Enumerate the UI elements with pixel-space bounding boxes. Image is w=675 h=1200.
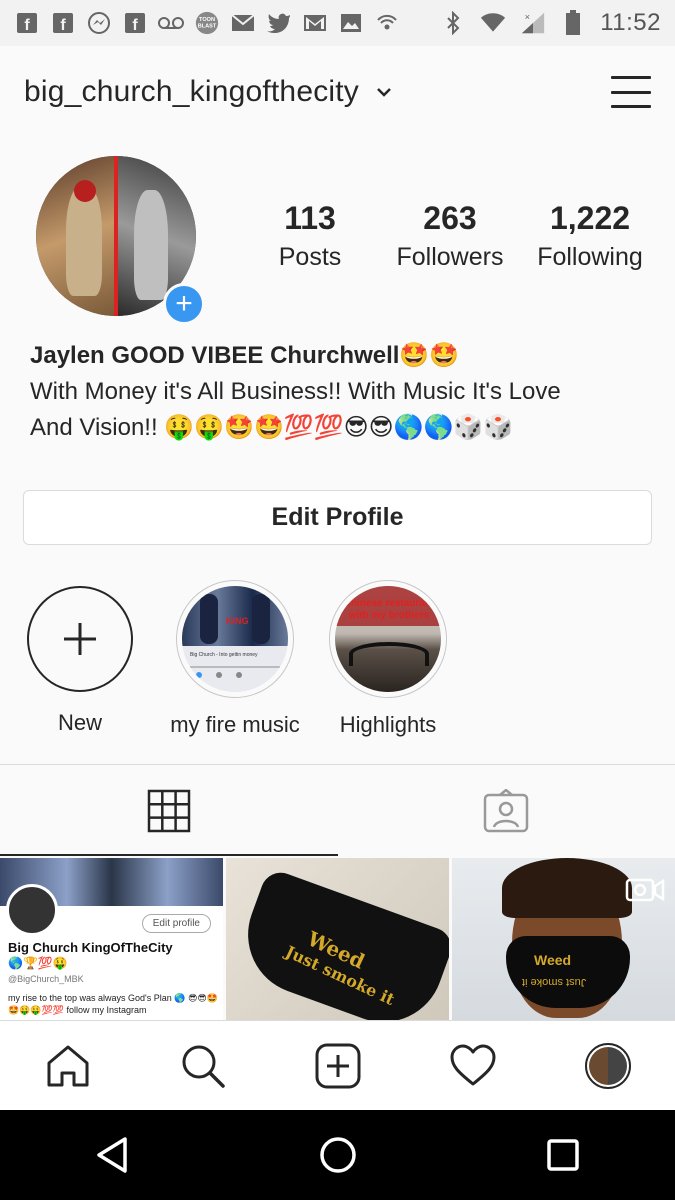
highlight-thumbnail: KING Big Church - Into gettin money: [182, 586, 288, 692]
highlight-overlay-text: KING: [226, 616, 249, 626]
add-post-icon: [315, 1043, 360, 1088]
highlight-caption: Big Church - Into gettin money: [190, 652, 258, 658]
nav-home[interactable]: [38, 1036, 98, 1096]
svg-text:f: f: [60, 17, 66, 34]
wifi-icon: [480, 10, 506, 36]
post-text-tagline: Just smoke it: [522, 976, 587, 988]
facebook-icon: f: [122, 10, 148, 36]
home-icon: [47, 1045, 88, 1086]
grid-post[interactable]: Weed Just smoke it: [226, 858, 449, 1020]
username-switcher[interactable]: big_church_kingofthecity: [24, 75, 359, 109]
battery-icon: [560, 10, 586, 36]
bluetooth-icon: [440, 10, 466, 36]
highlight-label: New: [57, 710, 102, 735]
email-icon: [230, 10, 256, 36]
profile-avatar[interactable]: +: [36, 156, 205, 325]
nav-activity[interactable]: [443, 1036, 503, 1096]
posts-label: Posts: [278, 243, 342, 271]
grid-icon: [147, 789, 190, 832]
post-edit-label: Edit profile: [141, 914, 211, 933]
highlight-ring: Chinese restaurant with my brothers: [329, 580, 447, 698]
signal-icon: ×: [520, 10, 546, 36]
hotspot-icon: [374, 10, 400, 36]
image-icon: [338, 10, 364, 36]
chevron-down-icon[interactable]: [375, 83, 393, 101]
bio-line-1: With Money it's All Business!! With Musi…: [30, 378, 561, 405]
add-story-icon[interactable]: +: [163, 283, 205, 325]
following-count[interactable]: 1,222 Following: [520, 200, 660, 272]
video-icon: [625, 878, 665, 902]
profile-avatar-icon: [584, 1042, 631, 1089]
notification-icons: f f f TOON BLAST: [14, 10, 400, 36]
posts-number: 113: [284, 200, 336, 236]
following-label: Following: [537, 243, 643, 271]
messenger-icon: [86, 10, 112, 36]
nav-profile[interactable]: [578, 1036, 638, 1096]
system-navigation-bar: [0, 1110, 675, 1200]
nav-new-post[interactable]: [308, 1036, 368, 1096]
twitter-icon: [266, 10, 292, 36]
tab-grid[interactable]: [0, 765, 338, 856]
facebook-icon: f: [50, 10, 76, 36]
grid-post[interactable]: Edit profile Big Church KingOfTheCity 🌎🏆…: [0, 858, 223, 1020]
heart-icon: [450, 1044, 495, 1085]
facebook-icon: f: [14, 10, 40, 36]
post-bio: my rise to the top was always God's Plan…: [8, 993, 218, 1015]
system-status: × 11:52: [440, 9, 661, 37]
menu-icon[interactable]: [611, 76, 651, 108]
gmail-icon: [302, 10, 328, 36]
posts-grid: Edit profile Big Church KingOfTheCity 🌎🏆…: [0, 858, 675, 1020]
profile-stats: 113 Posts 263 Followers 1,222 Following: [240, 200, 660, 272]
highlight-label: Highlights: [339, 712, 437, 737]
highlight-overlay-text: Chinese restaurant with my brothers: [343, 598, 435, 621]
voicemail-icon: [158, 10, 184, 36]
highlight-label: my fire music: [170, 712, 300, 737]
highlight-thumbnail: Chinese restaurant with my brothers: [335, 586, 441, 692]
svg-text:f: f: [132, 17, 138, 34]
post-text-weed: Weed: [534, 952, 572, 968]
svg-text:×: ×: [525, 12, 530, 22]
plus-icon: [64, 623, 96, 655]
post-avatar: [6, 884, 58, 936]
posts-count[interactable]: 113 Posts: [240, 200, 380, 272]
profile-header: big_church_kingofthecity: [0, 46, 675, 138]
story-highlights: New KING Big Church - Into gettin money …: [0, 580, 675, 740]
display-name: Jaylen GOOD VIBEE Churchwell🤩🤩: [30, 342, 460, 369]
followers-label: Followers: [396, 243, 504, 271]
status-bar: f f f TOON BLAST × 11:52: [0, 0, 675, 46]
highlight-new[interactable]: New: [0, 580, 160, 736]
followers-number: 263: [423, 200, 477, 236]
edit-profile-button[interactable]: Edit Profile: [23, 490, 652, 545]
tagged-icon: [484, 788, 529, 832]
tab-tagged[interactable]: [338, 765, 675, 856]
svg-text:BLAST: BLAST: [198, 24, 217, 30]
search-icon: [182, 1045, 225, 1088]
highlight-my-fire-music[interactable]: KING Big Church - Into gettin money my f…: [155, 580, 315, 738]
svg-text:f: f: [24, 17, 30, 34]
bio-line-2: And Vision!! 🤑🤑🤩🤩💯💯😎😎🌎🌎🎲🎲: [30, 414, 514, 441]
recents-icon[interactable]: [543, 1135, 583, 1175]
highlight-highlights[interactable]: Chinese restaurant with my brothers High…: [308, 580, 468, 738]
following-number: 1,222: [549, 200, 631, 236]
new-highlight-ring: [27, 586, 133, 692]
post-name: Big Church KingOfTheCity: [8, 940, 173, 955]
back-icon[interactable]: [93, 1135, 133, 1175]
profile-bio: Jaylen GOOD VIBEE Churchwell🤩🤩 With Mone…: [30, 340, 650, 446]
profile-tabs: [0, 764, 675, 856]
post-emojis: 🌎🏆💯🤑: [8, 956, 68, 970]
clock: 11:52: [600, 9, 661, 36]
highlight-ring: KING Big Church - Into gettin money: [176, 580, 294, 698]
grid-post[interactable]: Weed Just smoke it: [452, 858, 675, 1020]
bottom-navigation: [0, 1020, 675, 1110]
toonblast-icon: TOON BLAST: [194, 10, 220, 36]
followers-count[interactable]: 263 Followers: [380, 200, 520, 272]
post-handle: @BigChurch_MBK: [8, 974, 84, 984]
svg-text:TOON: TOON: [199, 17, 215, 23]
home-circle-icon[interactable]: [318, 1135, 358, 1175]
nav-search[interactable]: [173, 1036, 233, 1096]
